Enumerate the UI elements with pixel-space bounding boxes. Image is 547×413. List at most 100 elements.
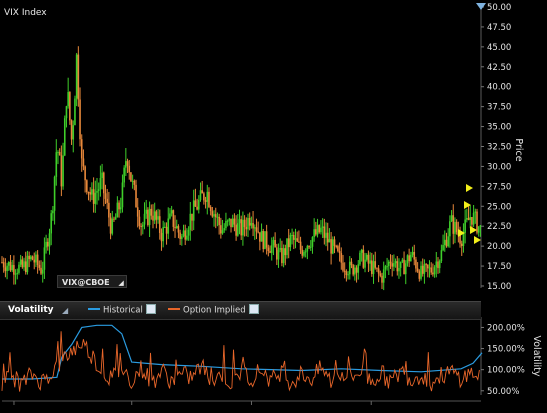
candle-body <box>355 267 358 273</box>
candle-body <box>228 218 231 221</box>
candle-body <box>391 263 393 267</box>
price-tick-label: 22.50 <box>487 222 511 232</box>
candle-body <box>235 224 237 236</box>
candle-body <box>435 261 438 268</box>
candle-body <box>287 238 290 248</box>
candle-body <box>111 218 114 234</box>
chart-title: VIX Index <box>4 8 47 18</box>
candle-body <box>384 266 387 270</box>
volatility-axis: 50.00% 100.00% 150.00% 200.00% Volatility <box>480 317 542 397</box>
candle-body <box>80 139 83 159</box>
candle-body <box>432 272 434 275</box>
candle-body <box>45 241 47 248</box>
implied-checkbox[interactable] <box>248 304 259 314</box>
candle-body <box>264 231 266 250</box>
price-tick-label: 20.00 <box>487 242 511 252</box>
candle-body <box>24 261 27 273</box>
candle-body <box>16 272 19 274</box>
candle-body <box>248 217 251 226</box>
candle-body <box>221 230 224 234</box>
candle-body <box>116 202 119 218</box>
candle-body <box>313 229 315 238</box>
candle-body <box>281 248 283 264</box>
candle-body <box>376 267 378 269</box>
implied-swatch-icon <box>168 308 180 310</box>
candle-body <box>454 221 456 234</box>
candle-body <box>469 217 472 221</box>
candle-body <box>19 259 22 265</box>
candle-body <box>404 263 407 275</box>
candle-body <box>104 193 107 199</box>
candle-body <box>126 161 129 166</box>
candle-body <box>101 172 103 179</box>
candle-body <box>123 167 125 183</box>
candle-body <box>387 261 390 267</box>
candle-body <box>13 265 15 275</box>
candle-body <box>455 221 458 232</box>
event-marker-icon <box>474 236 481 244</box>
candle-body <box>79 99 81 140</box>
candle-body <box>294 238 297 240</box>
candle-body <box>328 239 331 243</box>
legend-historical[interactable]: Historical <box>88 304 156 316</box>
candle-body <box>466 218 468 220</box>
candle-body <box>86 180 88 192</box>
candle-body <box>169 213 171 219</box>
historical-checkbox[interactable] <box>145 304 156 314</box>
candle-body <box>9 261 12 271</box>
candle-body <box>11 265 13 271</box>
candle-body <box>53 176 56 211</box>
price-tick-label: 32.50 <box>487 143 511 153</box>
candle-body <box>147 209 149 225</box>
candle-body <box>292 235 295 240</box>
panel-menu-icon[interactable]: ◢ <box>62 306 68 315</box>
candle-body <box>289 235 292 248</box>
candle-body <box>389 261 392 264</box>
candle-body <box>406 255 409 264</box>
candle-body <box>379 273 382 276</box>
candle-body <box>447 236 449 247</box>
candle-body <box>77 54 80 100</box>
candle-body <box>337 246 339 252</box>
candle-body <box>211 211 214 217</box>
candle-body <box>106 198 108 203</box>
candle-body <box>187 229 190 236</box>
candle-body <box>425 264 427 266</box>
candle-body <box>399 261 402 268</box>
candle-body <box>437 261 439 269</box>
price-tick-label: 15.00 <box>487 282 511 292</box>
candle-body <box>155 211 158 220</box>
candle-body <box>28 255 30 260</box>
candle-body <box>332 239 334 254</box>
candle-body <box>449 221 451 237</box>
candle-body <box>226 220 229 222</box>
price-tick-label: 17.50 <box>487 262 511 272</box>
candle-body <box>309 246 312 248</box>
candle-body <box>181 236 183 239</box>
candle-body <box>274 240 276 248</box>
candle-body <box>48 233 51 247</box>
price-tick-label: 40.00 <box>487 83 511 93</box>
symbol-badge[interactable]: VIX@CBOE ◢ <box>57 275 127 288</box>
candle-body <box>96 190 98 193</box>
volatility-panel-header: Volatility ◢ Historical Option Implied <box>0 301 481 320</box>
legend-option-implied[interactable]: Option Implied <box>168 304 259 316</box>
price-tick-label: 50.00 <box>487 3 511 13</box>
volatility-title: Volatility <box>8 305 54 315</box>
candle-body <box>143 213 146 225</box>
candle-body <box>474 211 477 213</box>
candle-body <box>35 254 37 263</box>
candle-body <box>303 251 305 256</box>
candle-body <box>50 213 52 234</box>
candle-body <box>138 216 141 226</box>
candle-body <box>63 118 66 156</box>
candle-body <box>352 265 354 275</box>
candle-body <box>386 266 388 268</box>
candle-body <box>158 216 161 233</box>
vol-tick-label: 150.00% <box>487 345 525 355</box>
vol-tick-label: 50.00% <box>487 387 519 397</box>
candle-body <box>99 178 102 190</box>
candle-body <box>306 246 309 252</box>
candle-body <box>189 213 192 230</box>
candle-body <box>255 227 258 232</box>
